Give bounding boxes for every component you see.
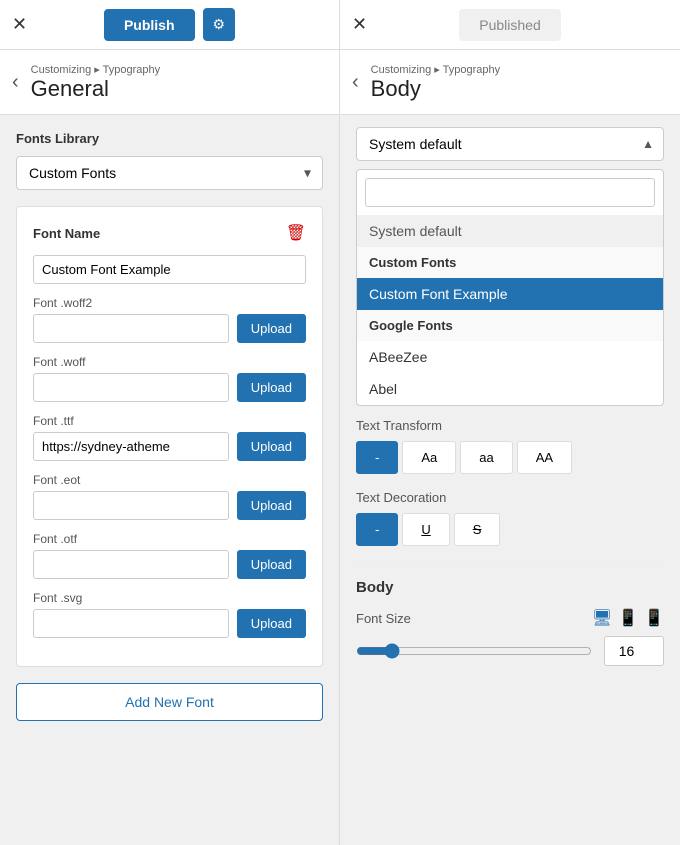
font-woff-row: Upload xyxy=(33,373,306,402)
font-otf-label: Font .otf xyxy=(33,532,306,546)
back-arrow-right[interactable]: ‹ xyxy=(352,71,359,94)
text-decoration-label: Text Decoration xyxy=(356,490,664,505)
font-size-row: Font Size 🖥 📱 📱 xyxy=(356,608,664,628)
breadcrumb-nav-right: Customizing ▸ Typography xyxy=(371,63,500,76)
font-selector-button[interactable]: System default xyxy=(356,127,664,161)
font-otf-input[interactable] xyxy=(33,550,229,579)
text-decoration-btn-group: - U S xyxy=(356,513,664,546)
dropdown-group-google-fonts: Google Fonts xyxy=(357,310,663,341)
font-library-select[interactable]: Custom Fonts xyxy=(16,156,323,190)
font-card-header: Font Name 🗑 xyxy=(33,223,306,243)
font-eot-input[interactable] xyxy=(33,491,229,520)
font-otf-upload-button[interactable]: Upload xyxy=(237,550,306,579)
font-woff2-input[interactable] xyxy=(33,314,229,343)
delete-font-button[interactable]: 🗑 xyxy=(286,223,306,243)
text-transform-section: Text Transform - Aa aa AA xyxy=(356,418,664,474)
tablet-icon[interactable]: 📱 xyxy=(618,608,638,628)
published-button: Published xyxy=(459,9,561,41)
add-new-font-button[interactable]: Add New Font xyxy=(16,683,323,721)
font-size-slider[interactable] xyxy=(356,643,592,659)
font-size-input[interactable] xyxy=(604,636,664,666)
font-woff-label: Font .woff xyxy=(33,355,306,369)
body-section: Body Font Size 🖥 📱 📱 xyxy=(356,562,664,666)
text-transform-label: Text Transform xyxy=(356,418,664,433)
font-eot-group: Font .eot Upload xyxy=(33,473,306,520)
font-svg-row: Upload xyxy=(33,609,306,638)
transform-lowercase-button[interactable]: aa xyxy=(460,441,512,474)
font-woff-upload-button[interactable]: Upload xyxy=(237,373,306,402)
decoration-strikethrough-button[interactable]: S xyxy=(454,513,501,546)
font-card: Font Name 🗑 Font .woff2 Upload Font .wof… xyxy=(16,206,323,667)
right-panel-content: System default ▲ System default Custom F… xyxy=(340,115,680,678)
top-bar-right: ✕ Published xyxy=(340,0,680,49)
top-bar: ✕ Publish ⚙ ✕ Published xyxy=(0,0,680,50)
font-ttf-group: Font .ttf Upload xyxy=(33,414,306,461)
dropdown-item-abel[interactable]: Abel xyxy=(357,373,663,405)
transform-uppercase-button[interactable]: AA xyxy=(517,441,572,474)
breadcrumb-title-left: General xyxy=(31,76,160,102)
font-eot-row: Upload xyxy=(33,491,306,520)
device-icons: 🖥 📱 📱 xyxy=(592,608,664,628)
font-woff2-group: Font .woff2 Upload xyxy=(33,296,306,343)
font-name-input[interactable] xyxy=(33,255,306,284)
decoration-underline-button[interactable]: U xyxy=(402,513,449,546)
back-arrow-left[interactable]: ‹ xyxy=(12,71,19,94)
main-panels: Fonts Library Custom Fonts ▾ Font Name 🗑… xyxy=(0,115,680,845)
settings-button[interactable]: ⚙ xyxy=(203,8,236,41)
font-size-label: Font Size xyxy=(356,611,411,626)
font-svg-input[interactable] xyxy=(33,609,229,638)
font-selector-wrapper: System default ▲ xyxy=(356,127,664,161)
transform-capitalize-button[interactable]: Aa xyxy=(402,441,456,474)
dropdown-group-custom-fonts: Custom Fonts xyxy=(357,247,663,278)
font-woff-group: Font .woff Upload xyxy=(33,355,306,402)
font-otf-row: Upload xyxy=(33,550,306,579)
font-dropdown-panel: System default Custom Fonts Custom Font … xyxy=(356,169,664,406)
font-ttf-input[interactable] xyxy=(33,432,229,461)
breadcrumb-text-left: Customizing ▸ Typography General xyxy=(31,63,160,102)
close-right-button[interactable]: ✕ xyxy=(352,14,367,35)
font-woff2-row: Upload xyxy=(33,314,306,343)
font-svg-group: Font .svg Upload xyxy=(33,591,306,638)
font-otf-group: Font .otf Upload xyxy=(33,532,306,579)
body-section-title: Body xyxy=(356,579,664,596)
text-transform-btn-group: - Aa aa AA xyxy=(356,441,664,474)
font-search-input[interactable] xyxy=(365,178,655,207)
font-ttf-label: Font .ttf xyxy=(33,414,306,428)
dropdown-item-abeezee[interactable]: ABeeZee xyxy=(357,341,663,373)
breadcrumb-nav-left: Customizing ▸ Typography xyxy=(31,63,160,76)
panel-right: System default ▲ System default Custom F… xyxy=(340,115,680,845)
font-ttf-upload-button[interactable]: Upload xyxy=(237,432,306,461)
font-eot-label: Font .eot xyxy=(33,473,306,487)
decoration-none-button[interactable]: - xyxy=(356,513,398,546)
font-svg-label: Font .svg xyxy=(33,591,306,605)
desktop-icon[interactable]: 🖥 xyxy=(592,608,612,628)
transform-none-button[interactable]: - xyxy=(356,441,398,474)
font-name-label: Font Name xyxy=(33,226,100,241)
font-eot-upload-button[interactable]: Upload xyxy=(237,491,306,520)
font-woff2-label: Font .woff2 xyxy=(33,296,306,310)
mobile-icon[interactable]: 📱 xyxy=(644,608,664,628)
font-ttf-row: Upload xyxy=(33,432,306,461)
top-bar-left: ✕ Publish ⚙ xyxy=(0,0,340,49)
dropdown-system-default[interactable]: System default xyxy=(357,215,663,247)
breadcrumb-left: ‹ Customizing ▸ Typography General xyxy=(0,50,340,114)
text-decoration-section: Text Decoration - U S xyxy=(356,490,664,546)
publish-button[interactable]: Publish xyxy=(104,9,195,41)
fonts-library-label: Fonts Library xyxy=(16,131,323,146)
breadcrumb-title-right: Body xyxy=(371,76,500,102)
breadcrumb-right: ‹ Customizing ▸ Typography Body xyxy=(340,50,680,114)
font-woff-input[interactable] xyxy=(33,373,229,402)
dropdown-item-custom-font-example[interactable]: Custom Font Example xyxy=(357,278,663,310)
font-woff2-upload-button[interactable]: Upload xyxy=(237,314,306,343)
breadcrumb-bar: ‹ Customizing ▸ Typography General ‹ Cus… xyxy=(0,50,680,115)
panel-left: Fonts Library Custom Fonts ▾ Font Name 🗑… xyxy=(0,115,340,845)
slider-row xyxy=(356,636,664,666)
close-left-button[interactable]: ✕ xyxy=(12,14,27,35)
font-svg-upload-button[interactable]: Upload xyxy=(237,609,306,638)
font-library-select-wrapper: Custom Fonts ▾ xyxy=(16,156,323,190)
breadcrumb-text-right: Customizing ▸ Typography Body xyxy=(371,63,500,102)
font-selector-value: System default xyxy=(369,136,462,152)
